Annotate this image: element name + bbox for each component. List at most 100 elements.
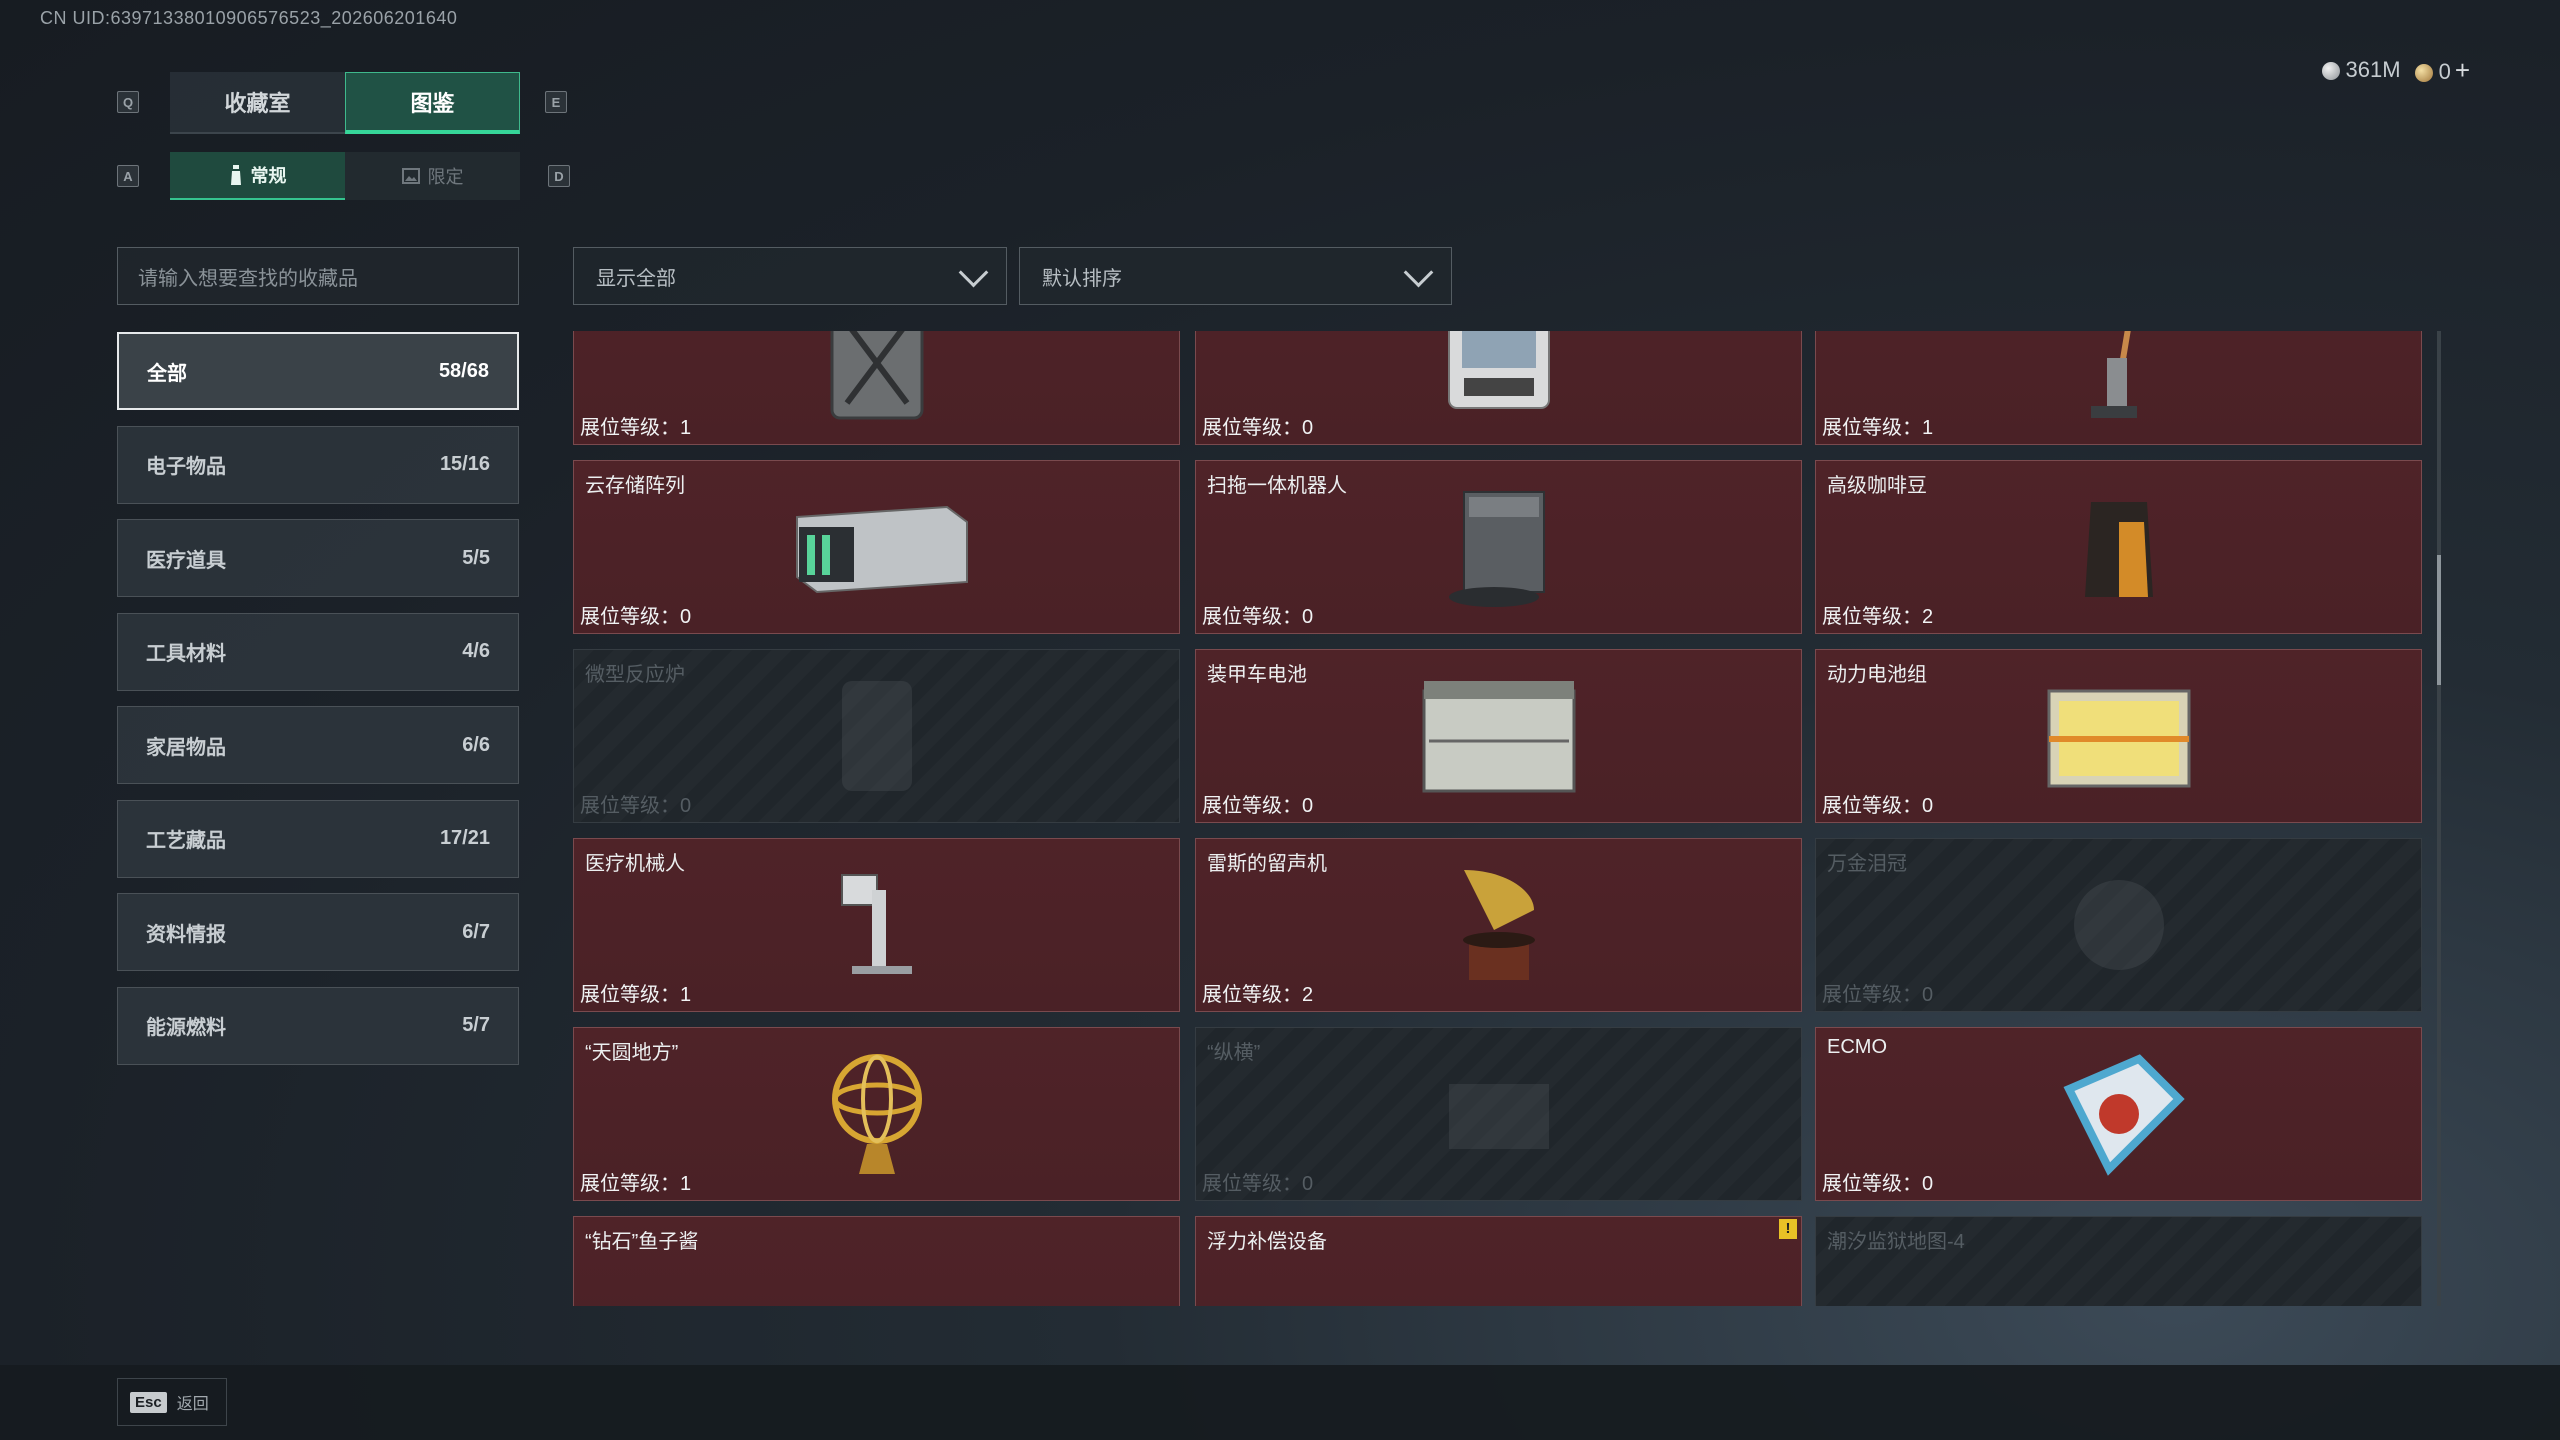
- search-input[interactable]: 请输入想要查找的收藏品: [117, 247, 519, 305]
- category-label: 工具材料: [146, 643, 226, 665]
- category-count: 4/6: [462, 640, 490, 662]
- item-card[interactable]: 动力电池组 展位等级：0: [1815, 649, 2422, 823]
- sort-dropdown[interactable]: 默认排序: [1019, 247, 1452, 305]
- subtab-limited-label: 限定: [427, 167, 464, 187]
- item-name: 医疗机械人: [585, 853, 685, 875]
- item-level: 展位等级：0: [1202, 1173, 1314, 1195]
- chest-icon: [1448, 1084, 1549, 1149]
- item-card[interactable]: ECMO 展位等级：0: [1815, 1027, 2422, 1201]
- category-household[interactable]: 家居物品 6/6: [117, 706, 519, 784]
- subtab-regular-label: 常规: [250, 166, 287, 186]
- filter-value: 显示全部: [596, 267, 676, 290]
- item-card[interactable]: 云存储阵列 展位等级：0: [573, 460, 1180, 634]
- item-card[interactable]: 微型反应炉 展位等级：0: [573, 649, 1180, 823]
- item-level: 展位等级：0: [1822, 1173, 1934, 1195]
- category-all[interactable]: 全部 58/68: [117, 332, 519, 410]
- picture-icon: [401, 168, 420, 184]
- category-count: 5/7: [462, 1014, 490, 1036]
- item-card[interactable]: 万金泪冠 展位等级：0: [1815, 838, 2422, 1012]
- item-card[interactable]: 浮力补偿设备 !: [1195, 1216, 1802, 1306]
- item-card[interactable]: 展位等级：0: [1195, 331, 1802, 445]
- item-card[interactable]: “钻石”鱼子酱: [573, 1216, 1180, 1306]
- currency-bar: 361M 0 +: [2321, 52, 2470, 88]
- filter-dropdown[interactable]: 显示全部: [573, 247, 1007, 305]
- item-level: 展位等级：0: [1202, 795, 1314, 817]
- crown-icon: [2073, 880, 2164, 970]
- tab-collection-room[interactable]: 收藏室: [170, 72, 345, 134]
- category-intel[interactable]: 资料情报 6/7: [117, 893, 519, 971]
- key-hint-a: A: [117, 165, 139, 187]
- category-crafts[interactable]: 工艺藏品 17/21: [117, 799, 519, 878]
- category-count: 15/16: [439, 453, 490, 475]
- storage-array-icon: [795, 505, 968, 594]
- category-medical[interactable]: 医疗道具 5/5: [117, 519, 519, 597]
- footer-bar: [0, 1365, 2560, 1440]
- item-card[interactable]: 展位等级：1: [1815, 331, 2422, 445]
- category-label: 医疗道具: [146, 549, 226, 572]
- ecmo-machine-icon: [2063, 1054, 2185, 1176]
- item-card[interactable]: 医疗机械人 展位等级：1: [573, 838, 1180, 1012]
- vacuum-cleaner-icon: [2090, 331, 2137, 418]
- car-battery-icon: [1422, 681, 1575, 793]
- item-name: “钻石”鱼子酱: [585, 1231, 699, 1253]
- item-grid: 展位等级：1 展位等级：0 展位等级：1 云存储阵列 展位等级：0 扫拖一体机器…: [573, 331, 2425, 1306]
- medical-robot-icon: [840, 874, 912, 974]
- coffee-bag-icon: [2084, 502, 2153, 597]
- grid-scrollbar-thumb[interactable]: [2437, 555, 2441, 685]
- back-button[interactable]: Esc 返回: [117, 1378, 227, 1426]
- esc-key: Esc: [130, 1391, 167, 1413]
- bottle-icon: [230, 165, 241, 185]
- item-name: 雷斯的留声机: [1207, 853, 1327, 875]
- item-card[interactable]: 扫拖一体机器人 展位等级：0: [1195, 460, 1802, 634]
- item-level: 展位等级：0: [1202, 417, 1314, 439]
- key-hint-d: D: [548, 165, 570, 187]
- add-currency-button[interactable]: +: [2455, 55, 2470, 85]
- item-card[interactable]: 雷斯的留声机 展位等级：2: [1195, 838, 1802, 1012]
- subtab-limited[interactable]: 限定: [345, 152, 520, 200]
- item-level: 展位等级：0: [580, 606, 692, 628]
- item-name: ECMO: [1827, 1036, 1887, 1058]
- item-name: 装甲车电池: [1207, 664, 1307, 686]
- item-name: 浮力补偿设备: [1207, 1231, 1327, 1253]
- item-name: 扫拖一体机器人: [1207, 475, 1347, 497]
- chevron-down-icon: [1403, 257, 1434, 287]
- gold-coin-icon: [2414, 63, 2433, 82]
- category-count: 5/5: [462, 546, 490, 569]
- item-level: 展位等级：1: [580, 417, 692, 439]
- item-card[interactable]: 装甲车电池 展位等级：0: [1195, 649, 1802, 823]
- item-card[interactable]: 潮汐监狱地图-4: [1815, 1216, 2422, 1306]
- item-card[interactable]: 高级咖啡豆 展位等级：2: [1815, 460, 2422, 634]
- category-count: 6/6: [462, 733, 490, 756]
- category-label: 全部: [147, 362, 187, 385]
- category-electronics[interactable]: 电子物品 15/16: [117, 425, 519, 504]
- gold-amount: 0: [2438, 58, 2451, 84]
- sort-value: 默认排序: [1042, 267, 1122, 290]
- item-level: 展位等级：2: [1822, 606, 1934, 628]
- category-sidebar: 全部 58/68 电子物品 15/16 医疗道具 5/5 工具材料 4/6 家居物品 6/…: [117, 332, 519, 1080]
- chevron-down-icon: [958, 257, 989, 287]
- category-tools[interactable]: 工具材料 4/6: [117, 612, 519, 691]
- tab-catalog[interactable]: 图鉴: [345, 72, 520, 134]
- item-card[interactable]: 展位等级：1: [573, 331, 1180, 445]
- item-card[interactable]: “纵横” 展位等级：0: [1195, 1027, 1802, 1201]
- grid-scrollbar[interactable]: [2437, 331, 2441, 1306]
- item-level: 展位等级：2: [1202, 984, 1314, 1006]
- item-level: 展位等级：0: [1202, 606, 1314, 628]
- silver-coin-icon: [2321, 62, 2340, 81]
- subtab-regular[interactable]: 常规: [170, 152, 345, 200]
- uid-label: CN UID:63971338010906576523_202606201640: [40, 8, 458, 28]
- category-label: 电子物品: [146, 456, 226, 478]
- category-count: 58/68: [438, 359, 489, 382]
- item-card[interactable]: “天圆地方” 展位等级：1: [573, 1027, 1180, 1201]
- item-name: “纵横”: [1207, 1042, 1261, 1064]
- category-energy[interactable]: 能源燃料 5/7: [117, 986, 519, 1065]
- back-label: 返回: [176, 1396, 209, 1413]
- category-label: 工艺藏品: [146, 830, 226, 852]
- item-level: 展位等级：1: [1822, 417, 1934, 439]
- item-level: 展位等级：1: [580, 1173, 692, 1195]
- gold-currency: 0 +: [2414, 55, 2470, 86]
- category-label: 家居物品: [146, 736, 226, 759]
- item-level: 展位等级：0: [1822, 795, 1934, 817]
- battery-pack-icon: [2047, 689, 2190, 788]
- item-level: 展位等级：0: [580, 795, 692, 817]
